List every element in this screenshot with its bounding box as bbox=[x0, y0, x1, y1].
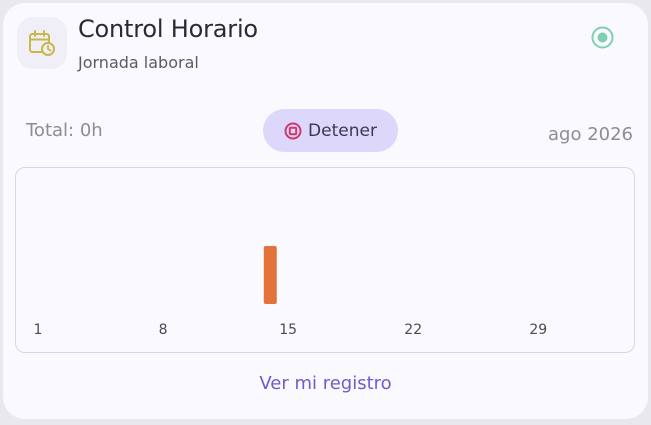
chart-bar bbox=[263, 246, 277, 304]
x-tick-label: 29 bbox=[529, 322, 547, 338]
stop-button[interactable]: Detener bbox=[263, 109, 398, 152]
total-hours: Total: 0h bbox=[26, 120, 103, 141]
x-tick-label: 1 bbox=[34, 322, 43, 338]
calendar-clock-icon bbox=[17, 17, 67, 69]
card-subtitle: Jornada laboral bbox=[78, 53, 199, 72]
active-status-icon bbox=[591, 26, 614, 49]
x-tick-label: 15 bbox=[279, 322, 297, 338]
chart-svg: 1 8 15 22 29 bbox=[34, 246, 547, 338]
view-record-link[interactable]: Ver mi registro bbox=[3, 373, 648, 394]
time-tracking-card: Control Horario Jornada laboral Total: 0… bbox=[3, 3, 648, 419]
x-tick-label: 22 bbox=[404, 322, 422, 338]
stop-button-label: Detener bbox=[308, 120, 377, 141]
card-title: Control Horario bbox=[78, 15, 258, 43]
x-tick-label: 8 bbox=[159, 322, 168, 338]
stop-icon bbox=[284, 122, 302, 140]
monthly-chart: 1 8 15 22 29 bbox=[15, 167, 635, 353]
month-label: ago 2026 bbox=[548, 124, 633, 145]
